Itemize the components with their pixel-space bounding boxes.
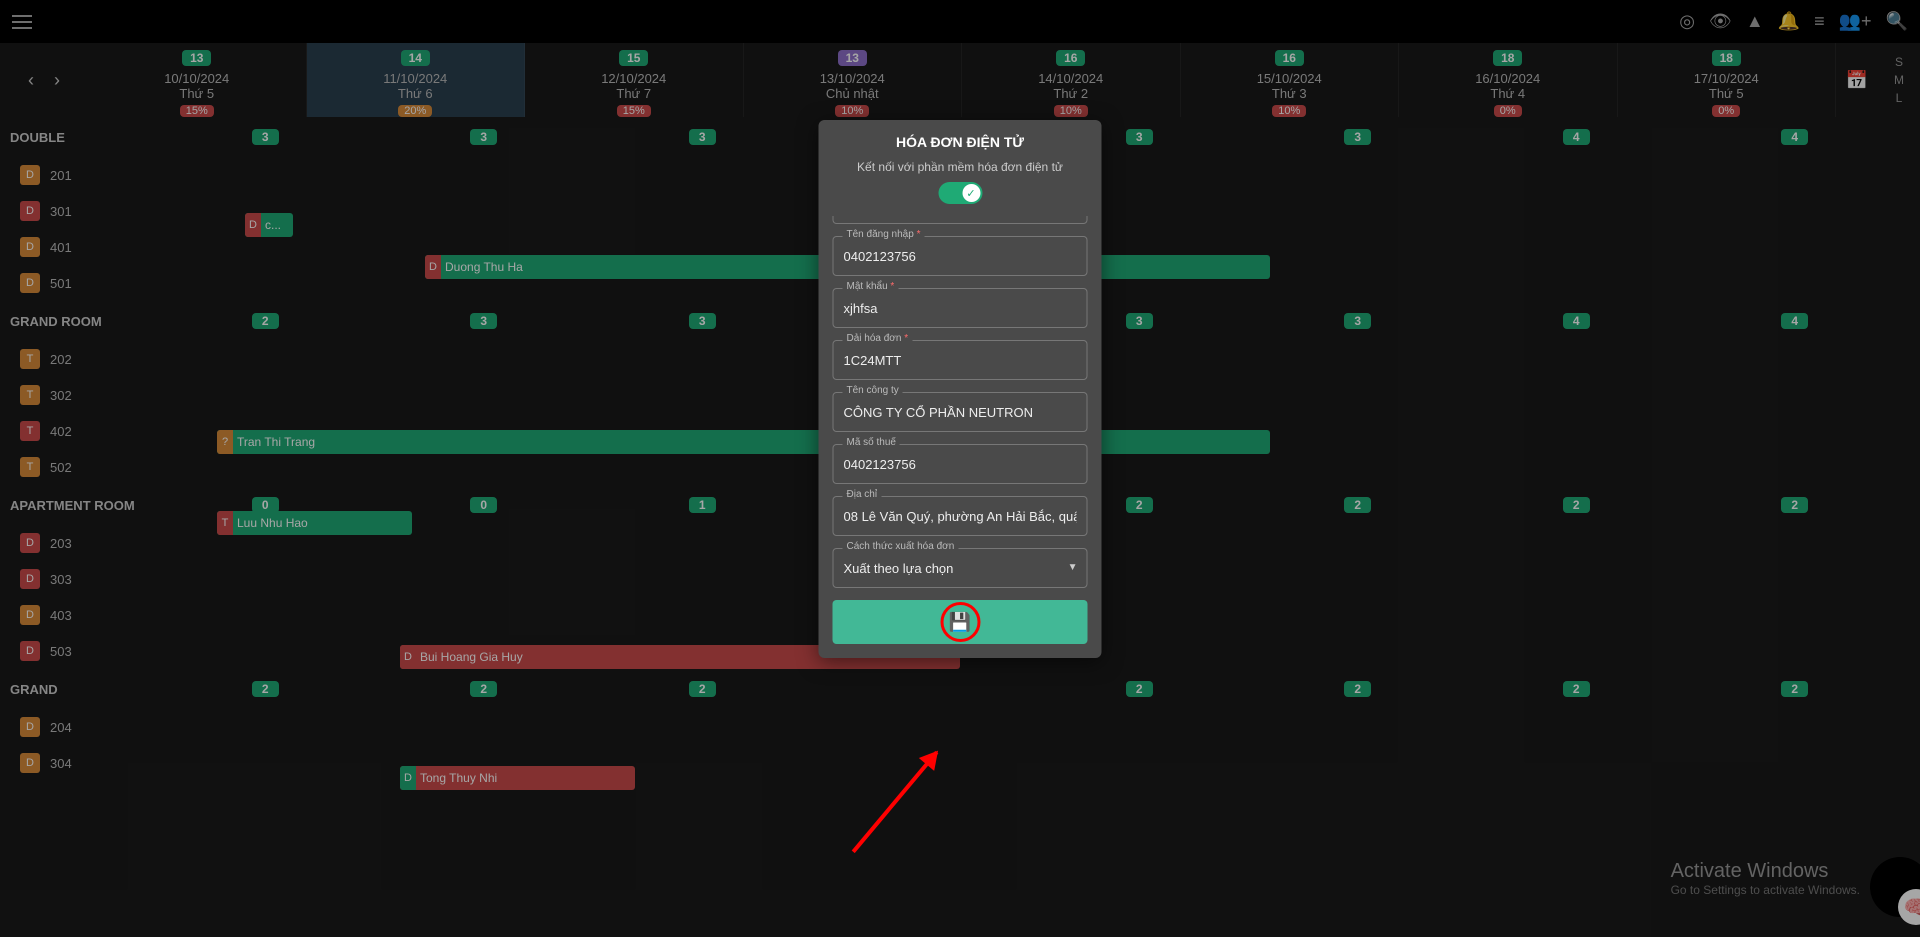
method-field: Cách thức xuất hóa đơn ▼ — [833, 548, 1088, 588]
invoice-modal: HÓA ĐƠN ĐIỆN TỬ Kết nối với phần mềm hóa… — [819, 120, 1102, 658]
tax-label: Mã số thuế — [843, 437, 900, 448]
series-input[interactable] — [833, 340, 1088, 380]
password-field: Mật khẩu * — [833, 288, 1088, 328]
series-field: Dải hóa đơn * — [833, 340, 1088, 380]
method-label: Cách thức xuất hóa đơn — [843, 541, 959, 552]
company-label: Tên công ty — [843, 385, 903, 396]
address-field: Địa chỉ — [833, 496, 1088, 536]
username-field: Tên đăng nhập * — [833, 236, 1088, 276]
save-button[interactable]: 💾 — [833, 600, 1088, 644]
connection-toggle[interactable]: ✓ — [938, 182, 982, 204]
method-select[interactable] — [833, 548, 1088, 588]
password-input[interactable] — [833, 288, 1088, 328]
check-icon: ✓ — [962, 184, 980, 202]
company-field: Tên công ty — [833, 392, 1088, 432]
username-label: Tên đăng nhập — [847, 229, 914, 240]
tax-field: Mã số thuế — [833, 444, 1088, 484]
address-input[interactable] — [833, 496, 1088, 536]
annotation-circle — [940, 602, 980, 642]
username-input[interactable] — [833, 236, 1088, 276]
modal-title: HÓA ĐƠN ĐIỆN TỬ — [833, 134, 1088, 150]
series-label: Dải hóa đơn — [847, 333, 902, 344]
modal-subtitle: Kết nối với phần mềm hóa đơn điện tử — [833, 160, 1088, 174]
company-input[interactable] — [833, 392, 1088, 432]
tax-input[interactable] — [833, 444, 1088, 484]
address-label: Địa chỉ — [843, 489, 882, 500]
password-label: Mật khẩu — [847, 281, 888, 292]
